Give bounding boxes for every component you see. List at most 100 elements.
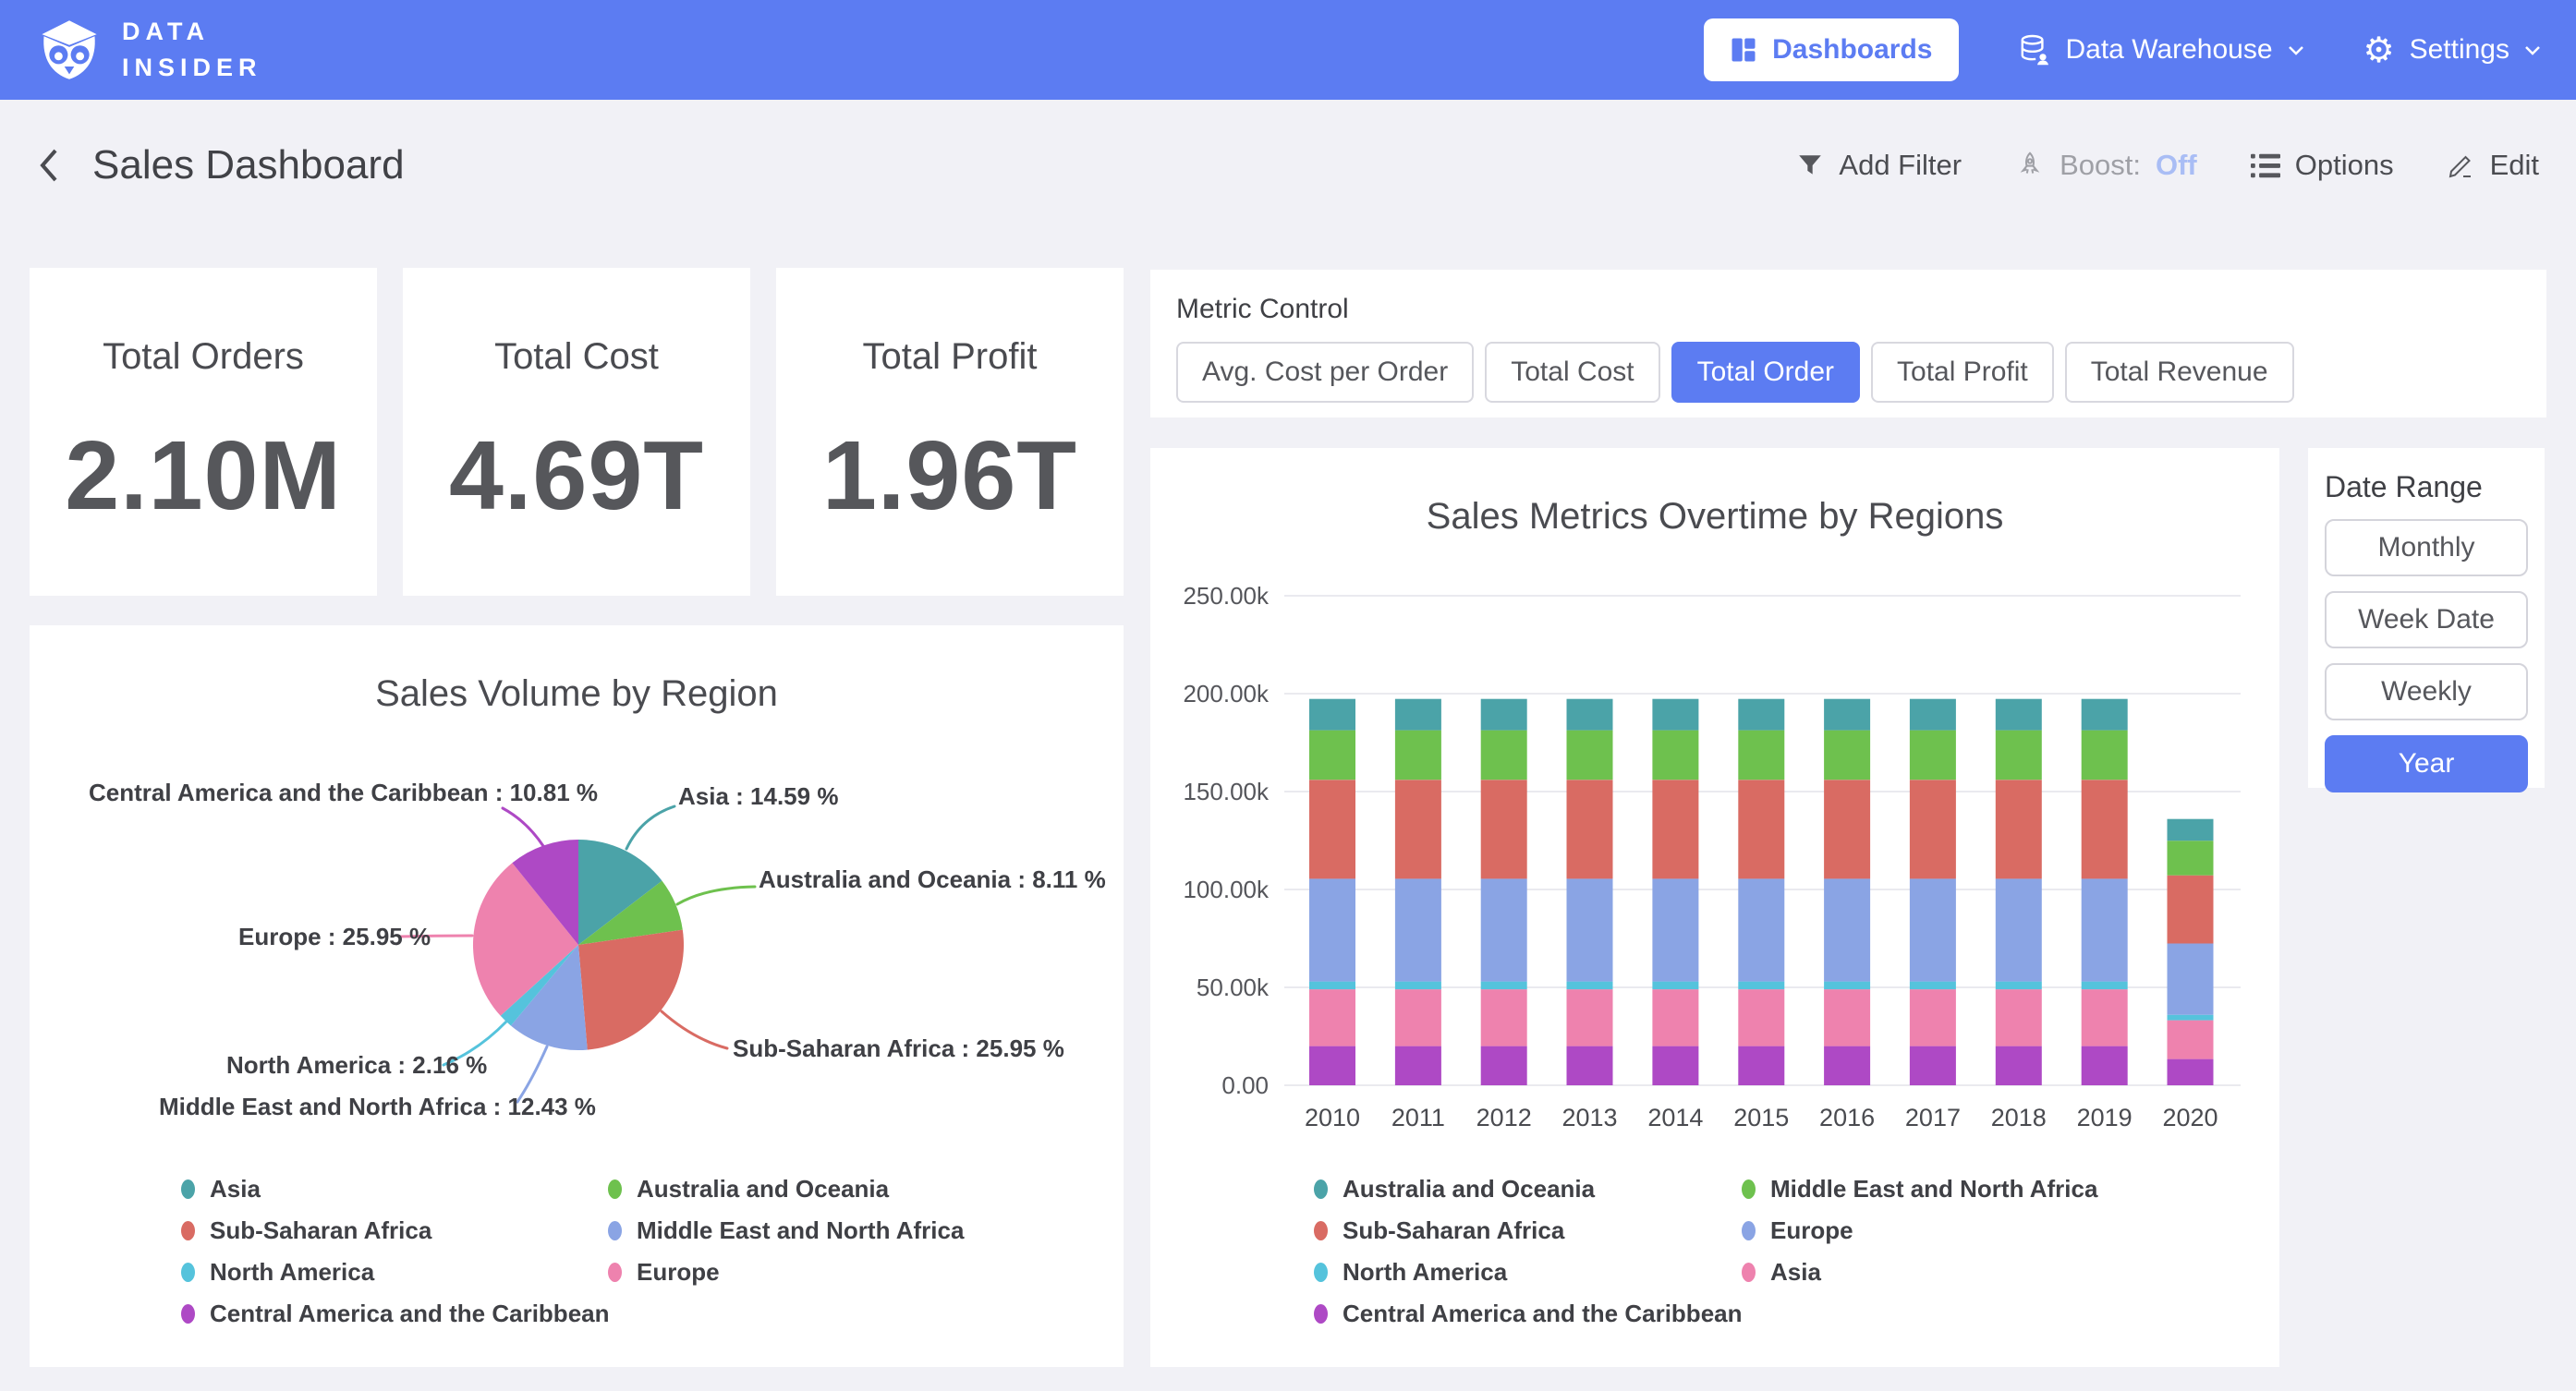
bar-2016-north-america[interactable] — [1824, 982, 1870, 990]
bar-2010-central-america-and-the-caribbean[interactable] — [1309, 1046, 1355, 1085]
metric-option-avg-cost-per-order[interactable]: Avg. Cost per Order — [1176, 342, 1474, 403]
bar-2010-australia-and-oceania[interactable] — [1309, 699, 1355, 731]
bar-2015-sub-saharan-africa[interactable] — [1738, 780, 1784, 878]
bar-2012-asia[interactable] — [1481, 989, 1527, 1046]
bar-2011-north-america[interactable] — [1395, 982, 1441, 990]
legend-item[interactable]: Asia — [1742, 1258, 2097, 1287]
bar-2018-middle-east-and-north-africa[interactable] — [1996, 731, 2042, 780]
bar-2013-asia[interactable] — [1567, 989, 1613, 1046]
bar-2012-europe[interactable] — [1481, 878, 1527, 981]
bar-2013-north-america[interactable] — [1567, 982, 1613, 990]
edit-button[interactable]: Edit — [2448, 149, 2539, 182]
bar-2015-europe[interactable] — [1738, 878, 1784, 981]
metric-option-total-revenue[interactable]: Total Revenue — [2065, 342, 2294, 403]
bar-2020-north-america[interactable] — [2168, 1015, 2214, 1021]
bar-2017-north-america[interactable] — [1910, 982, 1956, 990]
bar-2019-australia-and-oceania[interactable] — [2082, 699, 2128, 731]
date-range-weekly[interactable]: Weekly — [2325, 663, 2528, 720]
legend-item[interactable]: Australia and Oceania — [1314, 1175, 1743, 1204]
bar-2016-asia[interactable] — [1824, 989, 1870, 1046]
bar-2010-sub-saharan-africa[interactable] — [1309, 780, 1355, 878]
bar-2014-asia[interactable] — [1652, 989, 1698, 1046]
legend-item[interactable]: Middle East and North Africa — [608, 1216, 964, 1245]
bar-2012-sub-saharan-africa[interactable] — [1481, 780, 1527, 878]
legend-item[interactable]: North America — [181, 1258, 610, 1287]
bar-2017-sub-saharan-africa[interactable] — [1910, 780, 1956, 878]
bar-2020-australia-and-oceania[interactable] — [2168, 819, 2214, 841]
bar-2020-central-america-and-the-caribbean[interactable] — [2168, 1059, 2214, 1085]
bar-2011-europe[interactable] — [1395, 878, 1441, 981]
bar-2018-australia-and-oceania[interactable] — [1996, 699, 2042, 731]
legend-item[interactable]: Middle East and North Africa — [1742, 1175, 2097, 1204]
bar-2010-north-america[interactable] — [1309, 982, 1355, 990]
bar-2011-sub-saharan-africa[interactable] — [1395, 780, 1441, 878]
bar-2018-asia[interactable] — [1996, 989, 2042, 1046]
bar-2013-europe[interactable] — [1567, 878, 1613, 981]
bar-2014-middle-east-and-north-africa[interactable] — [1652, 731, 1698, 780]
legend-item[interactable]: Sub-Saharan Africa — [181, 1216, 610, 1245]
bar-2010-europe[interactable] — [1309, 878, 1355, 981]
bar-2020-middle-east-and-north-africa[interactable] — [2168, 841, 2214, 876]
bar-2019-sub-saharan-africa[interactable] — [2082, 780, 2128, 878]
bar-2016-central-america-and-the-caribbean[interactable] — [1824, 1046, 1870, 1085]
add-filter-button[interactable]: Add Filter — [1796, 149, 1962, 182]
bar-2019-north-america[interactable] — [2082, 982, 2128, 990]
bar-2011-asia[interactable] — [1395, 989, 1441, 1046]
bar-2011-central-america-and-the-caribbean[interactable] — [1395, 1046, 1441, 1085]
bar-2012-australia-and-oceania[interactable] — [1481, 699, 1527, 731]
date-range-week-date[interactable]: Week Date — [2325, 591, 2528, 648]
date-range-monthly[interactable]: Monthly — [2325, 519, 2528, 576]
legend-item[interactable]: Sub-Saharan Africa — [1314, 1216, 1743, 1245]
bar-2013-middle-east-and-north-africa[interactable] — [1567, 731, 1613, 780]
bar-2014-north-america[interactable] — [1652, 982, 1698, 990]
bar-2014-australia-and-oceania[interactable] — [1652, 699, 1698, 731]
bar-2014-sub-saharan-africa[interactable] — [1652, 780, 1698, 878]
nav-data-warehouse[interactable]: Data Warehouse — [2018, 33, 2304, 67]
bar-2019-middle-east-and-north-africa[interactable] — [2082, 731, 2128, 780]
bar-2011-middle-east-and-north-africa[interactable] — [1395, 731, 1441, 780]
legend-item[interactable]: North America — [1314, 1258, 1743, 1287]
bar-2017-asia[interactable] — [1910, 989, 1956, 1046]
legend-item[interactable]: Asia — [181, 1175, 610, 1204]
legend-item[interactable]: Central America and the Caribbean — [1314, 1300, 1743, 1328]
bar-2017-australia-and-oceania[interactable] — [1910, 699, 1956, 731]
bar-2019-asia[interactable] — [2082, 989, 2128, 1046]
date-range-year[interactable]: Year — [2325, 735, 2528, 792]
bar-2012-middle-east-and-north-africa[interactable] — [1481, 731, 1527, 780]
legend-item[interactable]: Central America and the Caribbean — [181, 1300, 610, 1328]
options-button[interactable]: Options — [2251, 149, 2394, 182]
bar-2013-central-america-and-the-caribbean[interactable] — [1567, 1046, 1613, 1085]
bar-2019-central-america-and-the-caribbean[interactable] — [2082, 1046, 2128, 1085]
boost-toggle[interactable]: Boost: Off — [2015, 149, 2197, 182]
bar-2017-europe[interactable] — [1910, 878, 1956, 981]
bar-2010-asia[interactable] — [1309, 989, 1355, 1046]
bar-2020-sub-saharan-africa[interactable] — [2168, 876, 2214, 944]
back-button[interactable] — [37, 145, 61, 186]
bar-2015-asia[interactable] — [1738, 989, 1784, 1046]
nav-settings[interactable]: ⚙ Settings — [2363, 32, 2541, 67]
bar-2018-north-america[interactable] — [1996, 982, 2042, 990]
legend-item[interactable]: Australia and Oceania — [608, 1175, 964, 1204]
bar-2011-australia-and-oceania[interactable] — [1395, 699, 1441, 731]
bar-2020-asia[interactable] — [2168, 1021, 2214, 1059]
bar-2016-europe[interactable] — [1824, 878, 1870, 981]
nav-dashboards-button[interactable]: Dashboards — [1704, 18, 1958, 81]
bar-2017-middle-east-and-north-africa[interactable] — [1910, 731, 1956, 780]
bar-2016-middle-east-and-north-africa[interactable] — [1824, 731, 1870, 780]
legend-item[interactable]: Europe — [1742, 1216, 2097, 1245]
bar-2015-middle-east-and-north-africa[interactable] — [1738, 731, 1784, 780]
bar-2018-sub-saharan-africa[interactable] — [1996, 780, 2042, 878]
bar-2010-middle-east-and-north-africa[interactable] — [1309, 731, 1355, 780]
bar-2016-sub-saharan-africa[interactable] — [1824, 780, 1870, 878]
bar-2015-north-america[interactable] — [1738, 982, 1784, 990]
bar-2018-central-america-and-the-caribbean[interactable] — [1996, 1046, 2042, 1085]
bar-2017-central-america-and-the-caribbean[interactable] — [1910, 1046, 1956, 1085]
bar-2013-sub-saharan-africa[interactable] — [1567, 780, 1613, 878]
bar-2018-europe[interactable] — [1996, 878, 2042, 981]
pie-slice-sub-saharan-africa[interactable] — [578, 930, 684, 1050]
bar-2014-central-america-and-the-caribbean[interactable] — [1652, 1046, 1698, 1085]
legend-item[interactable]: Europe — [608, 1258, 964, 1287]
bar-2015-australia-and-oceania[interactable] — [1738, 699, 1784, 731]
bar-2015-central-america-and-the-caribbean[interactable] — [1738, 1046, 1784, 1085]
metric-option-total-order[interactable]: Total Order — [1671, 342, 1860, 403]
